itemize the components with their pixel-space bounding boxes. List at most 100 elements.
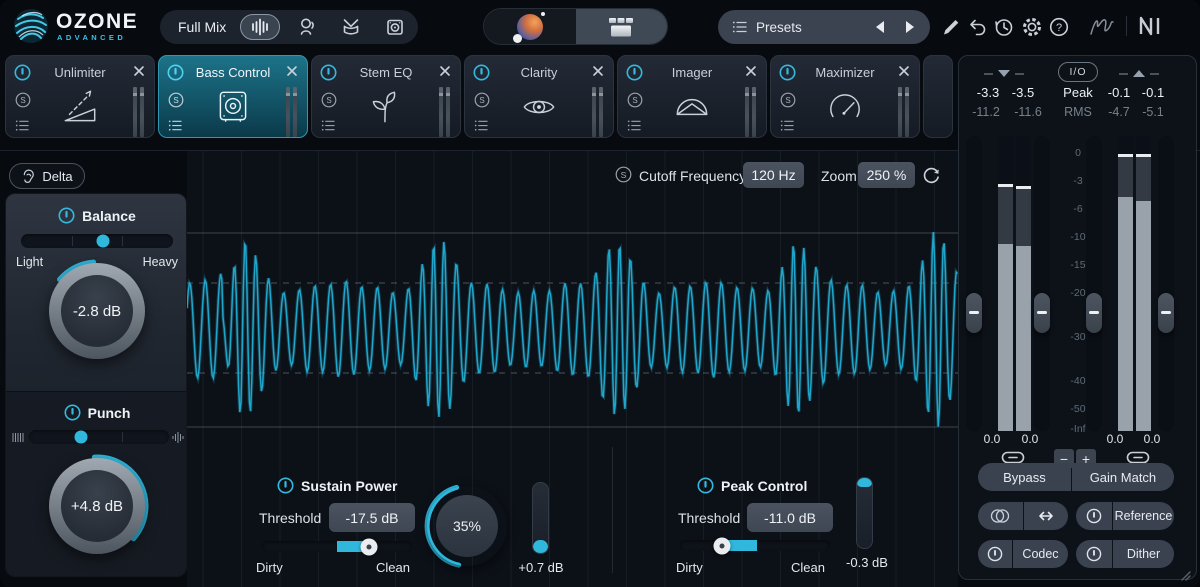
tab-io-meters — [286, 87, 297, 137]
preset-prev-icon[interactable] — [874, 20, 886, 34]
dither-button[interactable]: Dither — [1113, 540, 1174, 568]
punch-slider-thumb[interactable] — [74, 431, 87, 444]
tab-label: Stem EQ — [332, 65, 440, 80]
bypass-button[interactable]: Bypass — [978, 463, 1071, 491]
rms-row-label: RMS — [1057, 105, 1099, 119]
sustain-amount-knob[interactable]: 35% — [422, 481, 512, 571]
top-bar: OZONE ADVANCED Full Mix — [0, 0, 1200, 52]
power-icon — [987, 546, 1003, 562]
zoom-value-field[interactable]: 250 % — [858, 162, 915, 188]
output-gain-collapse[interactable] — [1119, 70, 1159, 77]
io-panel: I/O -3.3 -3.5 Peak -0.1 -0.1 -11.2 -11.6… — [958, 55, 1197, 580]
sustain-title-row: Sustain Power — [277, 477, 397, 494]
output-fader-right[interactable] — [1158, 136, 1174, 431]
assistant-view-button[interactable] — [484, 9, 576, 44]
close-icon[interactable] — [745, 65, 757, 77]
sustain-clean-label: Clean — [376, 560, 410, 575]
source-fullmix-button[interactable] — [240, 14, 280, 40]
balance-power-icon[interactable] — [58, 207, 75, 224]
cutoff-value-field[interactable]: 120 Hz — [743, 162, 804, 188]
source-vocal-button[interactable] — [290, 14, 324, 40]
close-icon[interactable] — [592, 65, 604, 77]
sustain-threshold-field[interactable]: -17.5 dB — [329, 503, 415, 532]
tab-imager[interactable]: Imager S — [617, 55, 767, 138]
balance-left-label: Light — [16, 255, 43, 269]
sustain-mix-slider[interactable] — [262, 541, 412, 552]
sustain-slider-thumb[interactable] — [360, 538, 377, 555]
close-icon[interactable] — [286, 65, 298, 77]
audiolens-signature-icon[interactable] — [1087, 14, 1117, 40]
waveform-bars-icon — [250, 18, 270, 36]
resize-handle-icon[interactable] — [1178, 568, 1192, 582]
tab-bass-control[interactable]: Bass Control S — [158, 55, 308, 138]
balance-slider[interactable] — [21, 234, 173, 248]
codec-button[interactable]: Codec — [1013, 540, 1068, 568]
balance-title: Balance — [82, 208, 136, 224]
cutoff-solo-icon[interactable]: S — [615, 166, 632, 183]
edit-pencil-icon[interactable] — [940, 16, 962, 38]
close-icon[interactable] — [439, 65, 451, 77]
io-badge[interactable]: I/O — [1058, 62, 1098, 82]
punch-title: Punch — [88, 405, 131, 421]
tab-label: Clarity — [485, 65, 593, 80]
fader-handle[interactable] — [1158, 293, 1174, 333]
punch-slider[interactable] — [29, 430, 169, 444]
reference-row: Reference — [1076, 502, 1174, 530]
tab-maximizer[interactable]: Maximizer S — [770, 55, 920, 138]
source-label: Full Mix — [178, 19, 226, 35]
group-divider — [612, 447, 613, 573]
fader-handle[interactable] — [1086, 293, 1102, 333]
detailed-view-button[interactable] — [576, 9, 668, 44]
undo-icon[interactable] — [966, 16, 988, 38]
input-fader-right[interactable] — [1034, 136, 1050, 431]
input-fader-left[interactable] — [966, 136, 982, 431]
history-icon[interactable] — [993, 16, 1015, 38]
fader-handle[interactable] — [966, 293, 982, 333]
peak-row-label: Peak — [1060, 85, 1096, 100]
mid-side-button[interactable] — [978, 502, 1023, 530]
help-icon[interactable]: ? — [1048, 16, 1070, 38]
source-drums-button[interactable] — [334, 14, 368, 40]
close-icon[interactable] — [898, 65, 910, 77]
peak-power-icon[interactable] — [697, 477, 714, 494]
fader-handle[interactable] — [1034, 293, 1050, 333]
tab-clarity[interactable]: Clarity S — [464, 55, 614, 138]
peak-threshold-field[interactable]: -11.0 dB — [747, 503, 833, 532]
tab-io-meters — [439, 87, 450, 137]
settings-gear-icon[interactable] — [1021, 16, 1043, 38]
source-amp-button[interactable] — [378, 14, 412, 40]
balance-slider-thumb[interactable] — [97, 235, 110, 248]
overlap-circles-icon — [989, 508, 1011, 524]
brand-subtitle: ADVANCED — [57, 33, 126, 42]
peak-mix-slider[interactable] — [680, 540, 830, 551]
reference-button[interactable]: Reference — [1113, 502, 1174, 530]
close-icon[interactable] — [133, 65, 145, 77]
dither-row: Dither — [1076, 540, 1174, 568]
ozone-logo-icon — [12, 7, 50, 45]
tab-label: Imager — [638, 65, 746, 80]
preset-next-icon[interactable] — [904, 20, 916, 34]
codec-power-button[interactable] — [978, 540, 1012, 568]
peak-slider-thumb[interactable] — [714, 537, 731, 554]
view-mode-toggle[interactable] — [483, 8, 668, 45]
stereo-width-button[interactable] — [1024, 502, 1069, 530]
output-fader-left[interactable] — [1086, 136, 1102, 431]
tab-stem-eq[interactable]: Stem EQ S — [311, 55, 461, 138]
gain-match-button[interactable]: Gain Match — [1072, 463, 1174, 491]
dither-power-button[interactable] — [1076, 540, 1112, 568]
punch-power-icon[interactable] — [64, 404, 81, 421]
punch-knob[interactable]: +4.8 dB — [42, 451, 152, 561]
input-meter-right — [1016, 136, 1031, 431]
delta-button[interactable]: Delta — [9, 163, 85, 189]
balance-knob[interactable]: -2.8 dB — [42, 256, 152, 366]
sustain-power-icon[interactable] — [277, 477, 294, 494]
tab-unlimiter[interactable]: Unlimiter S — [5, 55, 155, 138]
punch-max-icon — [172, 431, 184, 444]
input-gain-collapse[interactable] — [984, 70, 1024, 77]
bypass-row: Bypass Gain Match — [978, 463, 1174, 491]
zoom-reset-icon[interactable] — [919, 163, 944, 188]
reference-power-button[interactable] — [1076, 502, 1112, 530]
presets-selector[interactable]: Presets — [718, 10, 930, 44]
punch-value: +4.8 dB — [71, 498, 123, 515]
balance-section: Balance Light Heavy -2.8 dB — [6, 194, 187, 391]
